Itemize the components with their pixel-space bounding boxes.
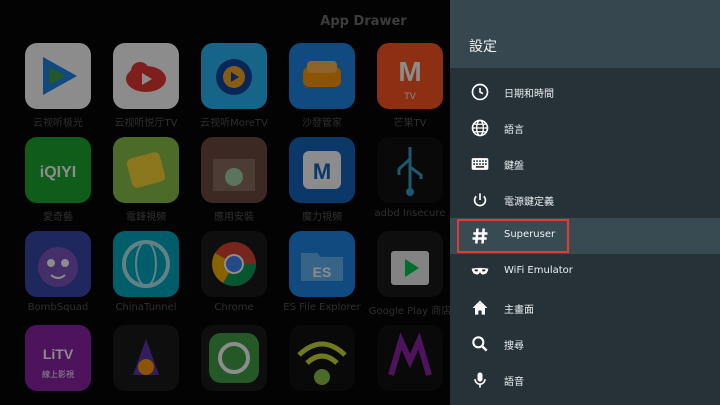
app-label: 云视听MoreTV bbox=[200, 118, 268, 129]
clock-icon bbox=[469, 81, 491, 103]
settings-item-clock[interactable]: 日期和時間 bbox=[450, 74, 720, 110]
settings-panel: 設定 日期和時間語言鍵盤電源鍵定義 Superuser WiFi Emulator 主… bbox=[450, 0, 720, 405]
litv-icon: LiTV 線上影視 bbox=[25, 325, 91, 391]
app-label: 應用安裝 bbox=[214, 212, 254, 223]
app-tile[interactable]: 云视听MoreTV bbox=[191, 43, 277, 137]
app-tile[interactable]: 云视听悦厅TV bbox=[103, 43, 189, 137]
settings-title: 設定 bbox=[469, 39, 497, 55]
svg-text:M: M bbox=[398, 56, 421, 87]
tv-box-icon bbox=[113, 137, 179, 203]
app-tile[interactable] bbox=[103, 325, 189, 405]
globe-tunnel-icon bbox=[113, 231, 179, 297]
settings-item-mask[interactable]: WiFi Emulator bbox=[450, 254, 720, 290]
app-tile[interactable]: iQIYI 愛奇藝 bbox=[15, 137, 101, 231]
hash-icon bbox=[469, 225, 491, 247]
drawer-title: App Drawer bbox=[320, 14, 407, 29]
settings-item-keyboard[interactable]: 鍵盤 bbox=[450, 146, 720, 182]
settings-item-label: Superuser bbox=[504, 229, 556, 240]
android-package-icon bbox=[201, 137, 267, 203]
settings-item-microphone[interactable]: 語音 bbox=[450, 362, 720, 398]
green-link-icon bbox=[201, 325, 267, 391]
app-tile[interactable]: ES ES File Explorer bbox=[279, 231, 365, 325]
app-label: 沙發管家 bbox=[302, 118, 342, 129]
app-label: ChinaTunnel bbox=[115, 302, 177, 313]
settings-item-label: WiFi Emulator bbox=[504, 265, 573, 276]
app-tile[interactable]: M 魔力視頻 bbox=[279, 137, 365, 231]
settings-item-label: 電源鍵定義 bbox=[504, 197, 554, 208]
globe-icon bbox=[469, 117, 491, 139]
chrome-icon bbox=[201, 231, 267, 297]
svg-text:iQIYI: iQIYI bbox=[40, 164, 76, 181]
svg-text:LiTV: LiTV bbox=[43, 346, 74, 362]
app-tile[interactable] bbox=[191, 325, 277, 405]
settings-header: 設定 bbox=[450, 0, 720, 68]
app-label: 魔力視頻 bbox=[302, 212, 342, 223]
app-label: Google Play 商店 bbox=[368, 306, 450, 317]
settings-item-label: 主畫面 bbox=[504, 305, 534, 316]
iqiyi-icon: iQIYI bbox=[25, 137, 91, 203]
app-label: 愛奇藝 bbox=[43, 212, 73, 223]
app-label: 云视听极光 bbox=[33, 118, 83, 129]
cloud-play-icon bbox=[113, 43, 179, 109]
app-tile[interactable]: 云视听极光 bbox=[15, 43, 101, 137]
settings-item-label: 語言 bbox=[504, 125, 524, 136]
app-tile[interactable]: BombSquad bbox=[15, 231, 101, 325]
app-tile[interactable]: ChinaTunnel bbox=[103, 231, 189, 325]
app-label: BombSquad bbox=[27, 302, 89, 313]
app-tile[interactable]: 電鋒視頻 bbox=[103, 137, 189, 231]
mask-icon bbox=[469, 261, 491, 283]
settings-item-label: 日期和時間 bbox=[504, 89, 554, 100]
bomb-face-icon bbox=[25, 231, 91, 297]
app-drawer: App Drawer 云视听极光 云视听悦厅TV 云视听MoreTV 沙發管家 M TV 芒… bbox=[0, 0, 450, 405]
app-label: 芒果TV bbox=[393, 118, 427, 129]
play-store-icon bbox=[377, 231, 443, 297]
app-label: adbd Insecure bbox=[374, 208, 446, 219]
app-label: 云视听悦厅TV bbox=[114, 118, 178, 129]
settings-item-hash[interactable]: Superuser bbox=[450, 218, 720, 254]
settings-item-label: 鍵盤 bbox=[504, 161, 524, 172]
app-tile[interactable]: Google Play 商店 bbox=[367, 231, 450, 325]
app-tile[interactable] bbox=[367, 325, 450, 405]
mango-tv-icon: M TV bbox=[377, 43, 443, 109]
app-label: 電鋒視頻 bbox=[126, 212, 166, 223]
svg-text:TV: TV bbox=[404, 91, 416, 101]
settings-menu: 日期和時間語言鍵盤電源鍵定義 Superuser WiFi Emulator 主畫面搜… bbox=[450, 74, 720, 398]
app-tile[interactable]: M TV 芒果TV bbox=[367, 43, 450, 137]
magic-video-icon: M bbox=[289, 137, 355, 203]
svg-text:ES: ES bbox=[313, 264, 332, 280]
app-label: Chrome bbox=[214, 302, 254, 313]
m-logo-icon bbox=[377, 325, 443, 391]
app-tile[interactable]: adbd Insecure bbox=[367, 137, 450, 231]
settings-item-label: 搜尋 bbox=[504, 341, 524, 352]
settings-item-globe[interactable]: 語言 bbox=[450, 110, 720, 146]
sofa-icon bbox=[289, 43, 355, 109]
svg-text:M: M bbox=[313, 159, 331, 184]
settings-item-label: 語音 bbox=[504, 377, 524, 388]
app-tile[interactable] bbox=[279, 325, 365, 405]
usb-icon bbox=[377, 137, 443, 203]
settings-item-search[interactable]: 搜尋 bbox=[450, 326, 720, 362]
app-tile[interactable]: 沙發管家 bbox=[279, 43, 365, 137]
app-tile[interactable]: 應用安裝 bbox=[191, 137, 277, 231]
wizard-icon bbox=[113, 325, 179, 391]
settings-item-power[interactable]: 電源鍵定義 bbox=[450, 182, 720, 218]
app-tile[interactable]: LiTV 線上影視 bbox=[15, 325, 101, 405]
app-label: ES File Explorer bbox=[283, 302, 361, 313]
microphone-icon bbox=[469, 369, 491, 391]
power-icon bbox=[469, 189, 491, 211]
svg-text:線上影視: 線上影視 bbox=[42, 369, 74, 379]
search-icon bbox=[469, 333, 491, 355]
app-tile[interactable]: Chrome bbox=[191, 231, 277, 325]
cat-tv-icon bbox=[201, 43, 267, 109]
wifi-android-icon bbox=[289, 325, 355, 391]
settings-item-home[interactable]: 主畫面 bbox=[450, 290, 720, 326]
home-icon bbox=[469, 297, 491, 319]
folder-icon: ES bbox=[289, 231, 355, 297]
video-play-icon bbox=[25, 43, 91, 109]
keyboard-icon bbox=[469, 153, 491, 175]
